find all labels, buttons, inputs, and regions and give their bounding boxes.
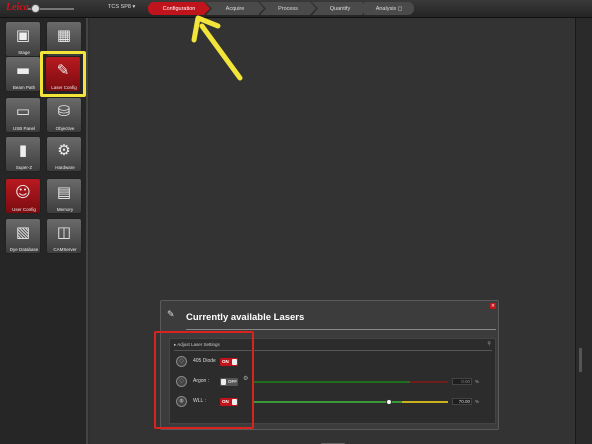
laser-toggles-callout [154,331,254,429]
argon-power-track-red[interactable] [410,381,448,383]
sidebar-item-label: Memory [56,207,74,212]
usb-panel-icon: ▭ [15,102,31,120]
wll-power-value[interactable]: 70.00 [452,398,472,405]
top-bar: Leica TCS SP8 ▾ Configuration Acquire Pr… [0,0,592,18]
right-panel [575,18,592,444]
dialog-title: Currently available Lasers [186,312,305,323]
pen-icon: ✎ [167,310,175,320]
close-icon[interactable]: × [490,303,496,309]
sidebar-item-objective[interactable]: ⛁ Objective [46,97,82,133]
tab-analysis[interactable]: Analysis ◻ [364,2,414,15]
wll-power-track-yellow[interactable] [402,401,448,403]
argon-power-track-green[interactable] [252,381,410,383]
wll-power-slider-knob[interactable] [386,399,393,405]
unit-label: % [475,399,480,404]
configuration-sidebar: ▣ Stage ▦ IBS ▬ Beam Path ✎ Laser Config… [0,18,88,444]
camserver-icon: ◫ [56,223,72,241]
sidebar-item-usb-panel[interactable]: ▭ USB Panel [5,97,41,133]
gear-icon: ⚙ [57,141,71,159]
wll-power-track-green[interactable] [252,401,402,403]
sidebar-item-label: Super-Z [15,165,33,170]
sidebar-item-camserver[interactable]: ◫ CAMServer [46,218,82,254]
unit-label: % [475,379,480,384]
sidebar-item-label: Dye Database [9,247,39,252]
sidebar-item-beam-path[interactable]: ▬ Beam Path [5,56,41,92]
yellow-arrow-annotation [191,15,243,81]
zoom-slider-knob[interactable] [31,4,40,13]
system-menu[interactable]: TCS SP8 ▾ [108,4,135,10]
sidebar-item-hardware[interactable]: ⚙ Hardware [46,136,82,172]
sidebar-item-stage[interactable]: ▣ Stage [5,21,41,57]
divider [186,329,496,330]
argon-power-value[interactable]: 0.00 [452,378,472,385]
sidebar-item-super-z[interactable]: ▮ Super-Z [5,136,41,172]
sidebar-item-dye-database[interactable]: ▧ Dye Database [5,218,41,254]
sidebar-item-memory[interactable]: ▤ Memory [46,178,82,214]
sidebar-item-label: USB Panel [12,126,35,131]
tab-process[interactable]: Process [260,2,316,15]
sidebar-item-label: CAMServer [53,247,77,252]
objective-icon: ⛁ [57,102,71,120]
pin-icon[interactable]: ⚲ [487,341,491,347]
tab-quantify[interactable]: Quantify [312,2,368,15]
dye-database-icon: ▧ [15,223,31,241]
beam-path-icon: ▬ [15,61,31,79]
ibs-icon: ▦ [56,26,72,44]
sidebar-item-label: User Config [12,207,36,212]
sidebar-item-label: Hardware [55,165,75,170]
panel-resize-handle[interactable] [579,348,582,372]
sidebar-item-label: Objective [55,126,75,131]
user-config-icon: ☺ [15,183,31,201]
memory-icon: ▤ [56,183,72,201]
leica-logo: Leica [6,2,29,13]
laser-config-highlight-box [40,51,86,97]
sidebar-item-user-config[interactable]: ☺ User Config [5,178,41,214]
super-z-icon: ▮ [18,141,28,159]
app-window: Leica TCS SP8 ▾ Configuration Acquire Pr… [0,0,592,444]
stage-icon: ▣ [15,26,31,44]
